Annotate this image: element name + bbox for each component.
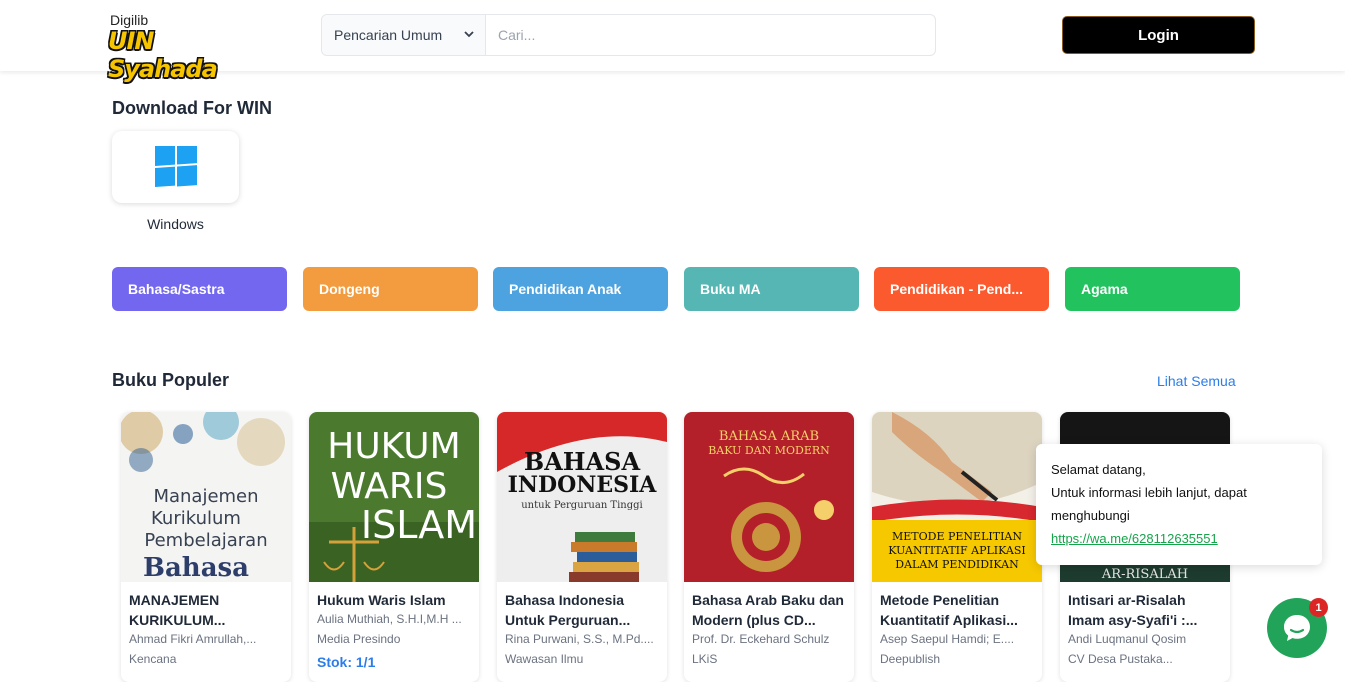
cover-line: ISLAM xyxy=(361,503,477,547)
cover-line: BAHASA ARAB xyxy=(719,429,819,444)
cover-line: WARIS xyxy=(331,466,448,507)
cover-line: BAKU DAN MODERN xyxy=(708,444,830,457)
book-card[interactable]: HUKUM WARIS ISLAM Hukum Waris Islam Auli… xyxy=(309,412,479,682)
chat-greeting: Selamat datang, xyxy=(1051,462,1146,477)
cover-line: KUANTITATIF APLIKASI xyxy=(888,544,1026,557)
book-card[interactable]: BAHASA INDONESIA untuk Perguruan Tinggi … xyxy=(497,412,667,682)
book-author: Aulia Muthiah, S.H.I,M.H ... xyxy=(317,612,462,626)
chat-info: Untuk informasi lebih lanjut, dapat meng… xyxy=(1051,485,1247,523)
book-cover: METODE PENELITIAN KUANTITATIF APLIKASI D… xyxy=(872,412,1042,582)
chevron-down-icon xyxy=(464,31,474,38)
top-header: Digilib UIN Syahada Pencarian Umum Login xyxy=(0,0,1345,83)
book-title: Bahasa Indonesia Untuk Perguruan... xyxy=(505,592,631,628)
book-publisher: Deepublish xyxy=(880,652,941,666)
search-type-select[interactable]: Pencarian Umum xyxy=(322,15,486,55)
windows-label: Windows xyxy=(147,216,204,232)
book-publisher: Wawasan Ilmu xyxy=(505,652,584,666)
cover-line: HUKUM xyxy=(327,426,460,467)
cover-line: Kurikulum xyxy=(151,508,241,529)
book-title: Hukum Waris Islam xyxy=(317,592,446,608)
chat-bubble-icon xyxy=(1284,615,1310,641)
book-cover: BAHASA INDONESIA untuk Perguruan Tinggi xyxy=(497,412,667,582)
book-title: Intisari ar-Risalah Imam asy-Syafi'i :..… xyxy=(1068,592,1198,628)
search-input[interactable] xyxy=(486,15,935,55)
book-cover: Manajemen Kurikulum Pembelajaran Bahasa xyxy=(121,412,291,582)
chat-welcome-popup: Selamat datang, Untuk informasi lebih la… xyxy=(1036,444,1322,565)
book-publisher: Kencana xyxy=(129,652,177,666)
book-author: Asep Saepul Hamdi; E.... xyxy=(880,632,1015,646)
windows-icon xyxy=(154,146,197,187)
cover-line: DALAM PENDIDIKAN xyxy=(895,558,1019,571)
category-dongeng[interactable]: Dongeng xyxy=(303,267,478,311)
search-bar: Pencarian Umum xyxy=(321,14,936,56)
category-bahasa-sastra[interactable]: Bahasa/Sastra xyxy=(112,267,287,311)
cover-line: INDONESIA xyxy=(508,472,658,498)
login-button[interactable]: Login xyxy=(1062,16,1255,54)
book-author: Prof. Dr. Eckehard Schulz xyxy=(692,632,830,646)
book-author: Andi Luqmanul Qosim xyxy=(1068,632,1187,646)
chat-notification-badge: 1 xyxy=(1309,598,1328,617)
windows-download-card[interactable] xyxy=(112,131,239,203)
book-cover: BAHASA ARAB BAKU DAN MODERN xyxy=(684,412,854,582)
see-all-link[interactable]: Lihat Semua xyxy=(1157,373,1236,389)
whatsapp-link[interactable]: https://wa.me/628112635551 xyxy=(1051,531,1218,546)
logo-big-text: UIN Syahada xyxy=(108,27,218,83)
category-agama[interactable]: Agama xyxy=(1065,267,1240,311)
book-author: Ahmad Fikri Amrullah,... xyxy=(129,632,257,646)
book-card[interactable]: METODE PENELITIAN KUANTITATIF APLIKASI D… xyxy=(872,412,1042,682)
book-card[interactable]: Manajemen Kurikulum Pembelajaran Bahasa … xyxy=(121,412,291,682)
book-author: Rina Purwani, S.S., M.Pd.... xyxy=(505,632,654,646)
popular-title: Buku Populer xyxy=(112,370,230,390)
book-publisher: Media Presindo xyxy=(317,632,401,646)
cover-line: Manajemen xyxy=(153,486,258,507)
logo-small-text: Digilib xyxy=(110,12,149,28)
cover-line: METODE PENELITIAN xyxy=(892,530,1022,543)
category-pendidikan-pend[interactable]: Pendidikan - Pend... xyxy=(874,267,1049,311)
book-title: Bahasa Arab Baku dan Modern (plus CD... xyxy=(692,592,844,628)
category-buku-ma[interactable]: Buku MA xyxy=(684,267,859,311)
book-publisher: LKiS xyxy=(692,652,718,666)
book-cover: HUKUM WARIS ISLAM xyxy=(309,412,479,582)
cover-line: untuk Perguruan Tinggi xyxy=(521,500,643,511)
site-logo[interactable]: Digilib UIN Syahada xyxy=(108,10,258,83)
search-type-value: Pencarian Umum xyxy=(334,27,443,43)
category-pendidikan-anak[interactable]: Pendidikan Anak xyxy=(493,267,668,311)
cover-line: Bahasa xyxy=(143,553,249,582)
book-card[interactable]: BAHASA ARAB BAKU DAN MODERN Bahasa Arab … xyxy=(684,412,854,682)
book-stock: Stok: 1/1 xyxy=(317,654,376,670)
cover-line: Pembelajaran xyxy=(144,530,267,551)
download-title: Download For WIN xyxy=(112,98,272,118)
cover-line: AR-RISALAH xyxy=(1101,567,1188,582)
book-title: MANAJEMEN KURIKULUM... xyxy=(129,592,226,628)
book-title: Metode Penelitian Kuantitatif Aplikasi..… xyxy=(880,592,1018,628)
book-publisher: CV Desa Pustaka... xyxy=(1068,652,1173,666)
